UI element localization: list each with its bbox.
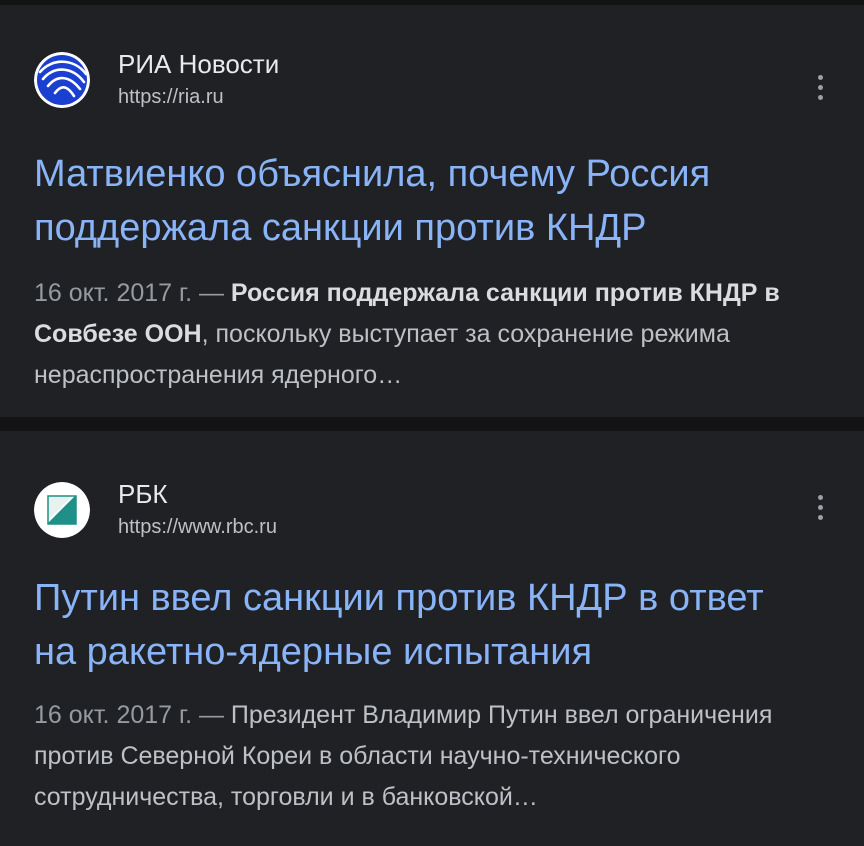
rbc-logo-icon <box>34 482 90 538</box>
result-separator <box>0 417 864 431</box>
more-options-button[interactable] <box>808 487 832 527</box>
source-name: РБК <box>118 479 168 509</box>
more-vert-icon <box>817 514 823 520</box>
more-vert-icon <box>817 504 823 510</box>
result-snippet: 16 окт. 2017 г. — Президент Владимир Пут… <box>34 695 824 818</box>
more-vert-icon <box>817 84 823 90</box>
source-url: https://www.rbc.ru <box>118 516 277 538</box>
more-vert-icon <box>817 74 823 80</box>
result-source[interactable]: РИА Новости https://ria.ru <box>34 49 279 109</box>
result-date: 16 окт. 2017 г. — <box>34 701 231 729</box>
result-snippet: 16 окт. 2017 г. — Россия поддержала санк… <box>34 273 824 396</box>
result-date: 16 окт. 2017 г. — <box>34 279 231 307</box>
more-vert-icon <box>817 494 823 500</box>
result-title-link[interactable]: Путин ввел санкции против КНДР в ответ н… <box>34 571 804 679</box>
source-name: РИА Новости <box>118 49 280 79</box>
search-result-ria: РИА Новости https://ria.ru Матвиенко объ… <box>0 5 864 417</box>
source-url: https://ria.ru <box>118 86 224 108</box>
ria-logo-icon <box>34 52 90 108</box>
result-title-link[interactable]: Матвиенко объяснила, почему Россия подде… <box>34 147 804 255</box>
result-source[interactable]: РБК https://www.rbc.ru <box>34 479 277 539</box>
more-options-button[interactable] <box>808 67 832 107</box>
more-vert-icon <box>817 94 823 100</box>
search-result-rbc: РБК https://www.rbc.ru Путин ввел санкци… <box>0 431 864 846</box>
